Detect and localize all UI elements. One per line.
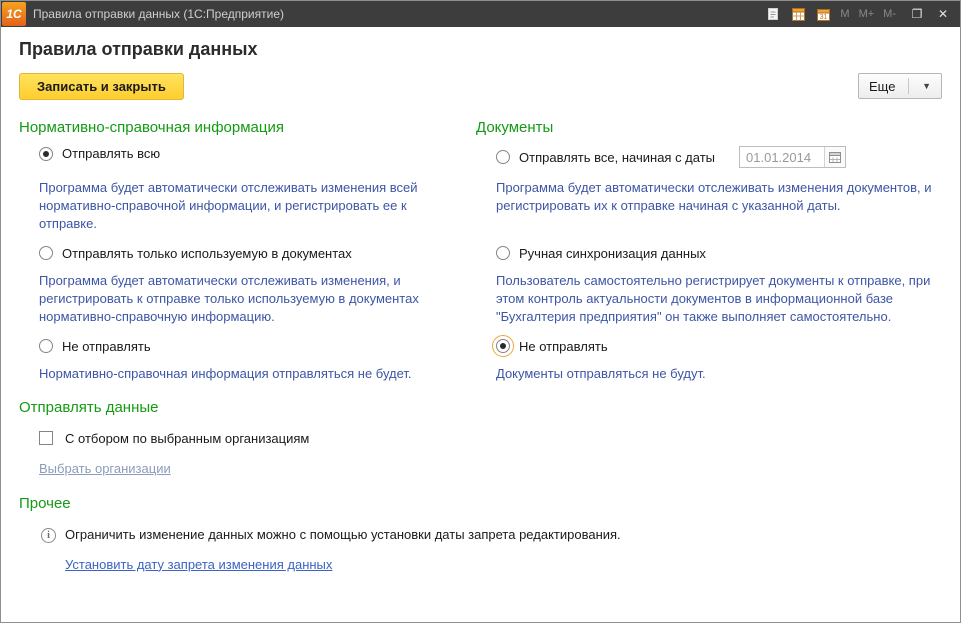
- send-data-heading: Отправлять данные: [19, 398, 942, 417]
- calendar-icon[interactable]: 31: [815, 6, 831, 22]
- radio-label: Отправлять только используемую в докумен…: [62, 246, 352, 261]
- doc-option-send-from-date[interactable]: Отправлять все, начиная с даты 01.01.201…: [496, 146, 942, 168]
- radio-label: Не отправлять: [519, 339, 608, 354]
- set-restriction-date-link[interactable]: Установить дату запрета изменения данных: [65, 557, 332, 572]
- memory-m-indicator: M: [840, 8, 849, 20]
- info-row: i Ограничить изменение данных можно с по…: [41, 527, 942, 543]
- nsi-option-description: Нормативно-справочная информация отправл…: [39, 365, 459, 383]
- window-title: Правила отправки данных (1С:Предприятие): [33, 7, 765, 21]
- toolbar: Записать и закрыть Еще ▼: [19, 73, 942, 100]
- filter-by-organizations-option[interactable]: С отбором по выбранным организациям: [39, 431, 942, 446]
- radio-label: Ручная синхронизация данных: [519, 246, 706, 261]
- nsi-option-description: Программа будет автоматически отслеживат…: [39, 179, 459, 233]
- chevron-down-icon: ▼: [922, 81, 931, 91]
- checkbox[interactable]: [39, 431, 53, 445]
- form-content: Правила отправки данных Записать и закры…: [1, 27, 960, 622]
- maximize-icon[interactable]: ❐: [906, 4, 928, 24]
- close-icon[interactable]: ✕: [932, 4, 954, 24]
- doc-option-manual-sync[interactable]: Ручная синхронизация данных: [496, 246, 942, 261]
- nsi-option-send-all[interactable]: Отправлять всю: [39, 146, 476, 161]
- start-date-field[interactable]: 01.01.2014: [739, 146, 846, 168]
- info-icon: i: [41, 528, 56, 543]
- radio-button[interactable]: [39, 147, 53, 161]
- other-heading: Прочее: [19, 494, 942, 513]
- documents-heading: Документы: [476, 118, 942, 137]
- radio-button[interactable]: [39, 339, 53, 353]
- document-icon[interactable]: [765, 6, 781, 22]
- select-organizations-link[interactable]: Выбрать организации: [39, 461, 171, 476]
- memory-m-minus-indicator: M-: [883, 8, 896, 20]
- radio-button[interactable]: [496, 150, 510, 164]
- page-title: Правила отправки данных: [19, 39, 942, 60]
- radio-label: Не отправлять: [62, 339, 151, 354]
- nsi-heading: Нормативно-справочная информация: [19, 118, 476, 137]
- doc-option-description: Пользователь самостоятельно регистрирует…: [496, 272, 942, 326]
- options-grid: Нормативно-справочная информация Докумен…: [19, 118, 942, 396]
- window-controls: ❐ ✕: [906, 4, 954, 24]
- more-button-divider: [908, 78, 909, 94]
- radio-button[interactable]: [496, 246, 510, 260]
- titlebar: 1С Правила отправки данных (1С:Предприят…: [1, 1, 960, 27]
- radio-button[interactable]: [39, 246, 53, 260]
- date-value[interactable]: 01.01.2014: [740, 147, 824, 167]
- doc-option-description: Документы отправляться не будут.: [496, 365, 942, 383]
- 1c-logo-icon: 1С: [2, 2, 26, 26]
- radio-button[interactable]: [496, 339, 510, 353]
- nsi-option-description: Программа будет автоматически отслеживат…: [39, 272, 459, 326]
- table-icon[interactable]: [790, 6, 806, 22]
- checkbox-label: С отбором по выбранным организациям: [65, 431, 309, 446]
- more-button-label: Еще: [869, 79, 895, 94]
- nsi-option-send-used-only[interactable]: Отправлять только используемую в докумен…: [39, 246, 476, 261]
- doc-option-do-not-send[interactable]: Не отправлять: [496, 339, 942, 354]
- titlebar-service-icons: 31 M M+ M-: [765, 6, 896, 22]
- radio-label: Отправлять все, начиная с даты: [519, 150, 715, 165]
- app-window: 1С Правила отправки данных (1С:Предприят…: [0, 0, 961, 623]
- save-and-close-button[interactable]: Записать и закрыть: [19, 73, 184, 100]
- doc-option-description: Программа будет автоматически отслеживат…: [496, 179, 942, 215]
- info-text: Ограничить изменение данных можно с помо…: [65, 527, 621, 542]
- radio-label: Отправлять всю: [62, 146, 160, 161]
- more-button[interactable]: Еще ▼: [858, 73, 942, 99]
- memory-m-plus-indicator: M+: [859, 8, 875, 20]
- nsi-option-do-not-send[interactable]: Не отправлять: [39, 339, 476, 354]
- calendar-picker-icon[interactable]: [824, 147, 845, 167]
- svg-text:31: 31: [820, 14, 828, 21]
